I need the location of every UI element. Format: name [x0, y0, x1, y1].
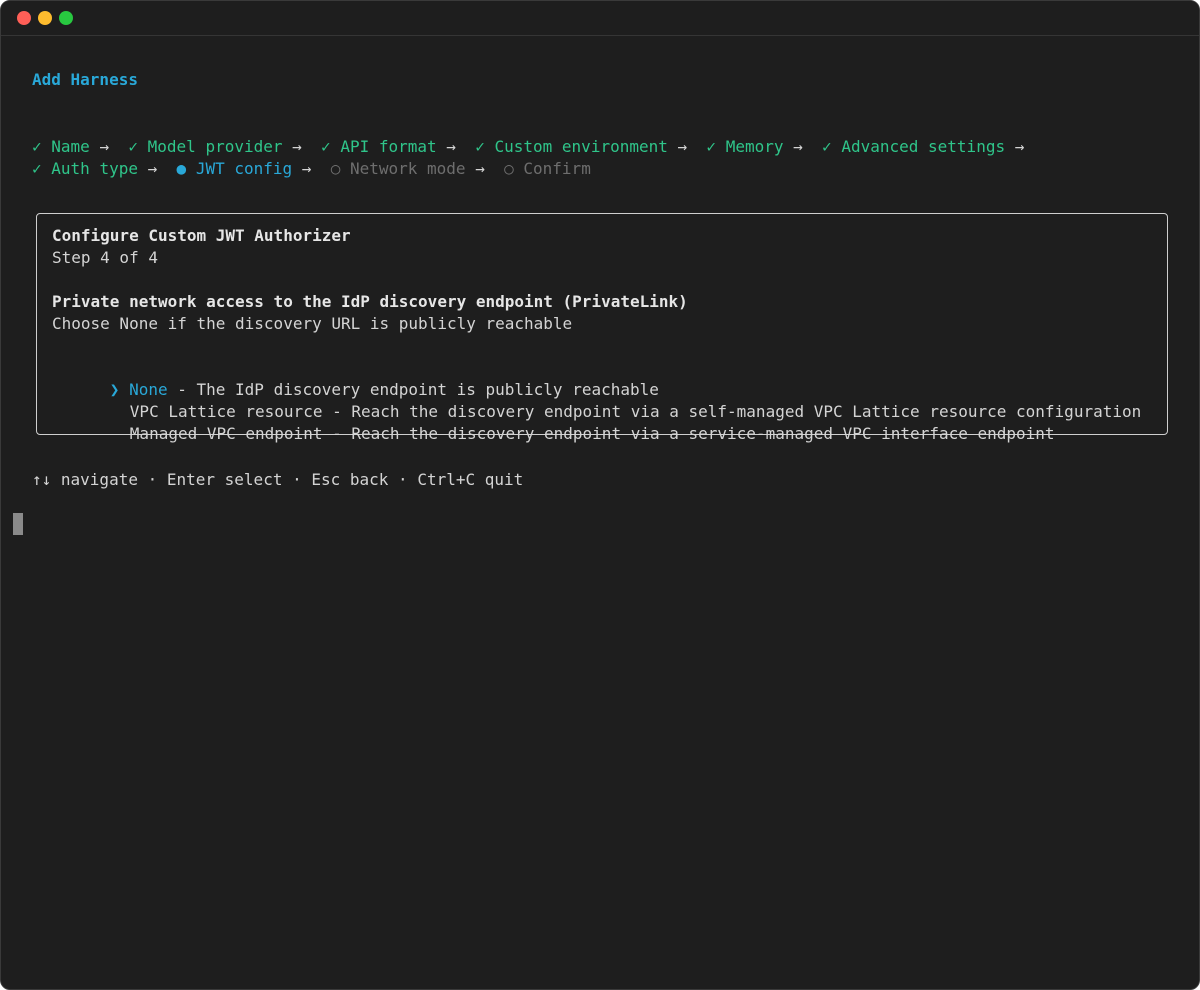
arrow-right-icon: →: [301, 159, 312, 178]
panel-heading: Configure Custom JWT Authorizer: [52, 226, 351, 245]
title-bar: [1, 1, 1199, 36]
check-icon: ✓: [706, 137, 717, 156]
wizard-step-confirm: ○ Confirm: [504, 159, 591, 178]
wizard-steps-row-2: ✓ Auth type → ● JWT config → ○ Network m…: [32, 158, 591, 180]
arrow-right-icon: →: [446, 137, 456, 156]
arrow-right-icon: →: [793, 137, 803, 156]
check-icon: ✓: [822, 137, 832, 156]
panel-question: Private network access to the IdP discov…: [52, 292, 688, 311]
check-icon: ✓: [32, 159, 42, 178]
wizard-step-label: Name: [51, 137, 90, 156]
wizard-step-label: Auth type: [51, 159, 138, 178]
option-none[interactable]: ❯ None - The IdP discovery endpoint is p…: [52, 357, 659, 399]
wizard-step-memory: ✓ Memory: [706, 137, 783, 156]
close-window-button[interactable]: [17, 11, 31, 25]
wizard-step-jwt-config: ● JWT config: [177, 159, 293, 178]
check-icon: ✓: [321, 137, 331, 156]
panel-step-indicator: Step 4 of 4: [52, 248, 158, 267]
arrow-right-icon: →: [475, 159, 485, 178]
wizard-step-label: Model provider: [147, 137, 283, 156]
arrow-right-icon: →: [99, 137, 110, 156]
jwt-config-panel: Configure Custom JWT Authorizer Step 4 o…: [36, 213, 1168, 443]
check-icon: ✓: [475, 137, 485, 156]
arrow-right-icon: →: [147, 159, 158, 178]
terminal-window: Add Harness ✓ Name → ✓ Model provider → …: [0, 0, 1200, 990]
check-icon: ✓: [32, 137, 42, 156]
option-name: Managed VPC endpoint: [129, 424, 323, 443]
zoom-window-button[interactable]: [59, 11, 73, 25]
keyboard-help: ↑↓ navigate · Enter select · Esc back · …: [32, 470, 524, 489]
wizard-step-label: Network mode: [349, 159, 466, 178]
option-vpc-lattice-resource[interactable]: VPC Lattice resource - Reach the discove…: [72, 379, 1141, 421]
minimize-window-button[interactable]: [38, 11, 52, 25]
option-description: - Reach the discovery endpoint via a ser…: [322, 424, 1055, 443]
page-title: Add Harness: [32, 70, 138, 89]
panel-hint: Choose None if the discovery URL is publ…: [52, 314, 573, 333]
wizard-steps-row-1: ✓ Name → ✓ Model provider → ✓ API format…: [32, 136, 1024, 158]
terminal-cursor: [13, 513, 23, 535]
active-dot-icon: ●: [176, 159, 187, 178]
wizard-step-api-format: ✓ API format: [321, 137, 437, 156]
wizard-step-model-provider: ✓ Model provider: [128, 137, 282, 156]
check-icon: ✓: [128, 137, 138, 156]
wizard-step-label: Confirm: [523, 159, 591, 178]
wizard-step-custom-environment: ✓ Custom environment: [475, 137, 668, 156]
wizard-step-advanced-settings: ✓ Advanced settings: [822, 137, 1005, 156]
wizard-step-label: API format: [340, 137, 437, 156]
wizard-step-name: ✓ Name: [32, 137, 90, 156]
arrow-right-icon: →: [677, 137, 688, 156]
wizard-step-label: Memory: [725, 137, 784, 156]
arrow-right-icon: →: [1014, 137, 1025, 156]
wizard-step-auth-type: ✓ Auth type: [32, 159, 138, 178]
wizard-step-label: JWT config: [195, 159, 293, 178]
pending-circle-icon: ○: [330, 159, 341, 178]
pending-circle-icon: ○: [504, 159, 514, 178]
wizard-step-label: Advanced settings: [841, 137, 1006, 156]
arrow-right-icon: →: [292, 137, 302, 156]
wizard-step-network-mode: ○ Network mode: [331, 159, 466, 178]
wizard-step-label: Custom environment: [494, 137, 668, 156]
option-managed-vpc-endpoint[interactable]: Managed VPC endpoint - Reach the discove…: [72, 401, 1055, 443]
